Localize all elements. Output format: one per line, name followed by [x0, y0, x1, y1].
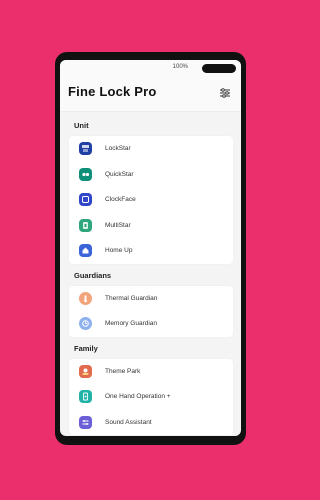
app-bar: Fine Lock Pro [60, 76, 241, 112]
one-hand-operation-icon [79, 390, 92, 404]
list-item-sound-assistant[interactable]: Sound Assistant [69, 410, 233, 436]
list-item-thermal-guardian[interactable]: Thermal Guardian [69, 286, 233, 312]
list-item-label: LockStar [105, 145, 131, 153]
list-item-multistar[interactable]: MultiStar [69, 213, 233, 239]
list-item-memory-guardian[interactable]: Memory Guardian [69, 311, 233, 337]
clockface-icon [79, 193, 92, 207]
list-item-label: ClockFace [105, 196, 136, 204]
sliders-icon[interactable] [219, 86, 231, 98]
section-title-guardians: Guardians [74, 270, 112, 280]
status-bar: 100% [60, 60, 241, 76]
list-item-theme-park[interactable]: Theme Park [69, 359, 233, 385]
list-item-label: Home Up [105, 247, 133, 255]
list-item-clockface[interactable]: ClockFace [69, 187, 233, 213]
list-item-label: QuickStar [105, 170, 134, 178]
section-title-family: Family [74, 343, 98, 353]
thermal-guardian-icon [79, 291, 92, 305]
app-screen: 100% Fine Lock Pro Unit LockStar QuickSt… [60, 60, 241, 436]
card-guardians: Thermal Guardian Memory Guardian [69, 285, 233, 337]
list-item-label: Sound Assistant [105, 418, 152, 426]
battery-level: 100% [172, 64, 188, 70]
lockstar-icon [79, 142, 92, 156]
list-item-label: MultiStar [105, 221, 131, 229]
quickstar-icon [79, 167, 92, 181]
theme-park-icon [79, 364, 92, 378]
section-title-unit: Unit [74, 121, 89, 130]
list-item-home-up[interactable]: Home Up [69, 238, 233, 264]
card-family: Theme Park One Hand Operation + Sound As… [69, 358, 233, 436]
list-item-label: One Hand Operation + [105, 393, 171, 401]
list-item-lockstar[interactable]: LockStar [69, 136, 233, 162]
memory-guardian-icon [79, 317, 92, 331]
sound-assistant-icon [79, 415, 92, 429]
app-title: Fine Lock Pro [68, 84, 157, 99]
card-unit: LockStar QuickStar ClockFace MultiStar H… [69, 136, 233, 264]
homeup-icon [79, 244, 92, 258]
list-item-label: Theme Park [105, 367, 141, 375]
list-item-one-hand-operation[interactable]: One Hand Operation + [69, 384, 233, 410]
camera-cutout [202, 64, 236, 73]
list-item-label: Thermal Guardian [105, 294, 158, 302]
multistar-icon [79, 218, 92, 232]
list-item-label: Memory Guardian [105, 320, 158, 328]
phone-frame: 100% Fine Lock Pro Unit LockStar QuickSt… [55, 52, 246, 445]
list-item-quickstar[interactable]: QuickStar [69, 162, 233, 188]
